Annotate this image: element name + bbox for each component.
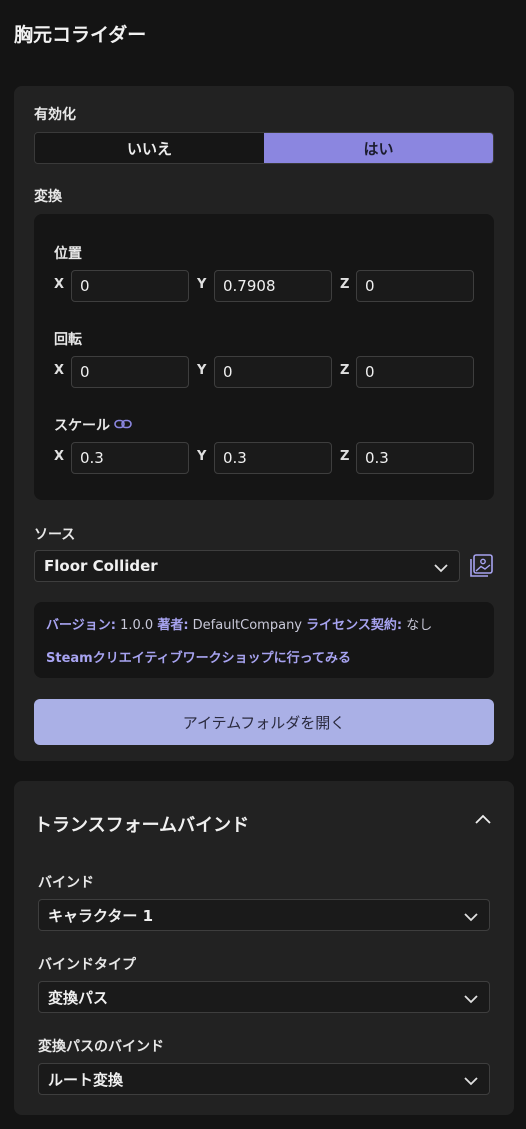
transform-box: 位置 X 0 Y 0.7908 Z 0 回転 X 0 Y 0 Z 0 スケール …: [34, 214, 494, 500]
chevron-up-icon[interactable]: [474, 811, 492, 830]
enabled-toggle: いいえ はい: [34, 132, 494, 164]
path-bind-label: 変換パスのバインド: [38, 1039, 164, 1055]
bind-type-label: バインドタイプ: [38, 957, 136, 973]
transform-label: 変換: [34, 189, 62, 205]
rotation-x-input[interactable]: 0: [71, 356, 189, 388]
path-bind-select-value: ルート変換: [48, 1070, 124, 1089]
collider-settings-panel: 有効化 いいえ はい 変換 位置 X 0 Y 0.7908 Z 0 回転 X 0…: [14, 86, 514, 761]
scale-y-input[interactable]: 0.3: [214, 442, 332, 474]
bind-select[interactable]: キャラクター 1: [38, 899, 490, 931]
open-item-folder-button[interactable]: アイテムフォルダを開く: [34, 699, 494, 745]
rotation-x-axis-label: X: [54, 363, 65, 378]
position-x-axis-label: X: [54, 277, 65, 292]
bind-type-select-value: 変換パス: [48, 988, 109, 1007]
transform-bind-title: トランスフォームバインド: [34, 815, 250, 836]
position-y-axis-label: Y: [197, 277, 207, 292]
enabled-no-button[interactable]: いいえ: [35, 133, 264, 163]
rotation-row: X 0 Y 0 Z 0: [34, 356, 494, 388]
rotation-y-axis-label: Y: [197, 363, 207, 378]
position-label: 位置: [54, 246, 82, 262]
bind-type-select[interactable]: 変換パス: [38, 981, 490, 1013]
chevron-down-icon: [433, 560, 449, 578]
scale-label-wrap: スケール: [54, 415, 132, 435]
scale-label: スケール: [54, 418, 110, 434]
scale-x-axis-label: X: [54, 449, 65, 464]
version-key: バージョン:: [46, 618, 116, 633]
path-bind-select[interactable]: ルート変換: [38, 1063, 490, 1095]
source-select-value: Floor Collider: [44, 557, 158, 575]
enabled-yes-button[interactable]: はい: [264, 133, 493, 163]
bind-select-value: キャラクター 1: [48, 906, 154, 925]
workshop-link[interactable]: Steamクリエイティブワークショップに行ってみる: [46, 647, 482, 666]
rotation-label: 回転: [54, 332, 82, 348]
source-select[interactable]: Floor Collider: [34, 550, 460, 582]
source-info-line: バージョン: 1.0.0 著者: DefaultCompany ライセンス契約:…: [46, 614, 482, 633]
position-z-axis-label: Z: [340, 277, 350, 292]
source-label: ソース: [34, 527, 76, 543]
bind-label: バインド: [38, 875, 94, 891]
position-y-input[interactable]: 0.7908: [214, 270, 332, 302]
author-value: DefaultCompany: [192, 618, 303, 633]
scale-y-axis-label: Y: [197, 449, 207, 464]
link-icon[interactable]: [114, 418, 132, 434]
chevron-down-icon: [463, 991, 479, 1009]
rotation-z-input[interactable]: 0: [356, 356, 474, 388]
scale-z-axis-label: Z: [340, 449, 350, 464]
position-x-input[interactable]: 0: [71, 270, 189, 302]
chevron-down-icon: [463, 909, 479, 927]
author-key: 著者:: [157, 618, 189, 633]
scale-x-input[interactable]: 0.3: [71, 442, 189, 474]
license-value: なし: [406, 618, 433, 633]
transform-bind-panel: トランスフォームバインド バインド キャラクター 1 バインドタイプ 変換パス …: [14, 781, 514, 1115]
source-info-box: バージョン: 1.0.0 著者: DefaultCompany ライセンス契約:…: [34, 602, 494, 678]
license-key: ライセンス契約:: [306, 618, 403, 633]
rotation-z-axis-label: Z: [340, 363, 350, 378]
scale-z-input[interactable]: 0.3: [356, 442, 474, 474]
chevron-down-icon: [463, 1073, 479, 1091]
version-value: 1.0.0: [120, 618, 154, 633]
position-row: X 0 Y 0.7908 Z 0: [34, 270, 494, 302]
folder-image-icon[interactable]: [468, 552, 494, 580]
scale-row: X 0.3 Y 0.3 Z 0.3: [34, 442, 494, 474]
rotation-y-input[interactable]: 0: [214, 356, 332, 388]
page-title: 胸元コライダー: [14, 24, 147, 46]
enabled-label: 有効化: [34, 107, 76, 123]
position-z-input[interactable]: 0: [356, 270, 474, 302]
